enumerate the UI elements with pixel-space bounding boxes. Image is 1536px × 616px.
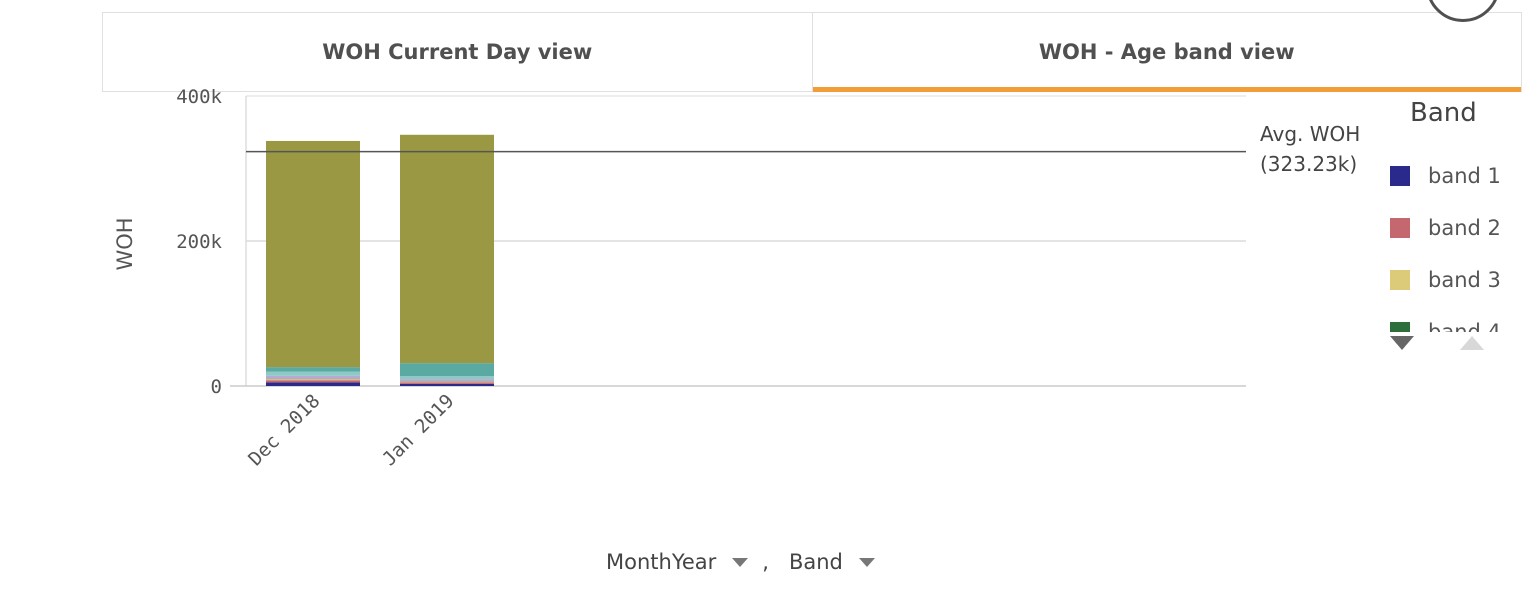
chevron-down-icon (858, 557, 875, 567)
y-axis-title: WOH (113, 217, 137, 270)
x-tick-label: Jan 2019 (378, 390, 458, 470)
legend-pager (1390, 336, 1500, 356)
legend-scroll-up-icon[interactable] (1460, 336, 1484, 350)
bar-segment (400, 363, 494, 377)
bar-segment (266, 371, 360, 376)
bar-segment (266, 140, 360, 368)
bar-segment (400, 382, 494, 384)
reference-line-label: Avg. WOH (1260, 122, 1360, 146)
bar-segment (266, 382, 360, 386)
legend-title: Band (1410, 98, 1477, 128)
y-tick-label: 400k (176, 86, 222, 108)
dimension-separator: , (762, 550, 769, 574)
bar-segment (400, 381, 494, 383)
y-tick-label: 0 (211, 376, 222, 398)
bar-segment (400, 134, 494, 364)
legend-item-band-2[interactable]: band 2 (1390, 202, 1514, 254)
legend-label: band 4 (1428, 320, 1501, 332)
bar-segment (400, 376, 494, 380)
legend-label: band 3 (1428, 268, 1501, 292)
legend-item-band-4[interactable]: band 4 (1390, 306, 1514, 332)
legend-label: band 1 (1428, 164, 1501, 188)
legend-scroll-down-icon[interactable] (1390, 336, 1414, 350)
legend-swatch (1390, 322, 1410, 332)
bar-segment (266, 379, 360, 381)
legend-swatch (1390, 166, 1410, 186)
legend-items: band 1 band 2 band 3 band 4 (1390, 150, 1514, 332)
chart-legend: Band band 1 band 2 band 3 band 4 (1376, 92, 1516, 362)
legend-label: band 2 (1428, 216, 1501, 240)
chevron-down-icon (732, 557, 749, 567)
stacked-bar-chart: 0 200k 400k WOH Dec 2018 Jan 2019 Avg. WOH (323… (113, 86, 1360, 470)
bar-segment (400, 383, 494, 386)
legend-swatch (1390, 270, 1410, 290)
dimension-monthyear-dropdown[interactable]: MonthYear (606, 550, 749, 574)
bar-segment (400, 379, 494, 382)
legend-item-band-1[interactable]: band 1 (1390, 150, 1514, 202)
bar-segment (266, 375, 360, 379)
legend-item-band-3[interactable]: band 3 (1390, 254, 1514, 306)
y-tick-label: 200k (176, 231, 222, 253)
dimension-label: MonthYear (606, 550, 717, 574)
legend-swatch (1390, 218, 1410, 238)
dimension-label: Band (788, 550, 843, 574)
reference-line-value: (323.23k) (1260, 152, 1357, 176)
dimension-band-dropdown[interactable]: Band (789, 550, 875, 574)
bar-segment (266, 367, 360, 372)
x-tick-label: Dec 2018 (244, 390, 324, 470)
dimension-selector: MonthYear , Band (606, 544, 875, 580)
bar-segment (266, 380, 360, 383)
